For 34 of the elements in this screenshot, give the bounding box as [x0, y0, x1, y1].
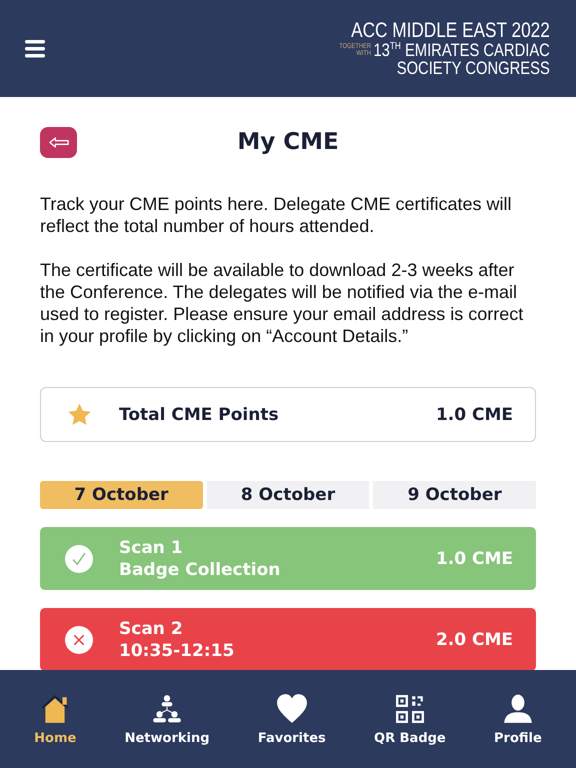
nav-tab[interactable]: Favorites	[258, 692, 326, 746]
scan-points: 1.0 CME	[436, 548, 514, 568]
day-tab[interactable]: 8 October	[206, 481, 370, 509]
star-icon	[66, 402, 93, 428]
nav-tab[interactable]: Networking	[124, 692, 210, 746]
info-paragraph: Track your CME points here. Delegate CME certificates will reflect the total number of hours attended.	[40, 193, 512, 237]
logo-subtitle: SOCIETY CONGRESS	[396, 59, 550, 77]
house-icon	[39, 692, 72, 724]
scan-row[interactable]: Scan 2 10:35-12:15 2.0 CME	[40, 608, 536, 670]
back-button[interactable]	[40, 127, 77, 158]
people-network-icon	[151, 692, 184, 724]
qr-code-icon	[394, 692, 426, 724]
info-paragraph: The certificate will be available to download 2-3 weeks after the Conference. The delegates will be notified via the e-mail used to register. Please ensure your email address is correct in your profile by clicking on “Account Details.”	[40, 259, 524, 347]
heart-icon	[276, 692, 308, 724]
total-value: 1.0 CME	[436, 404, 514, 424]
scan-subtitle: Badge Collection	[119, 558, 280, 580]
scan-subtitle: 10:35-12:15	[119, 640, 234, 662]
check-icon	[65, 544, 93, 572]
cross-icon	[65, 626, 93, 654]
nav-tab[interactable]: Profile	[494, 692, 542, 746]
logo-title: ACC MIDDLE EAST 2022	[351, 20, 550, 41]
logo-subtitle: 13$^{TH}$ EMIRATES CARDIAC	[374, 41, 550, 59]
arrow-icon	[48, 137, 68, 148]
day-tab[interactable]: 9 October	[373, 481, 536, 509]
page-title: My CME	[237, 129, 339, 155]
scan-title: Scan 2	[119, 618, 183, 640]
person-icon	[502, 692, 534, 724]
total-label: Total CME Points	[119, 404, 280, 424]
nav-tab[interactable]: Home	[34, 692, 76, 746]
scan-title: Scan 1	[119, 536, 183, 558]
scan-points: 2.0 CME	[436, 630, 514, 650]
nav-tab[interactable]: QR Badge	[374, 692, 446, 746]
day-tab[interactable]: 7 October	[40, 481, 203, 509]
menu-icon[interactable]	[25, 40, 45, 58]
